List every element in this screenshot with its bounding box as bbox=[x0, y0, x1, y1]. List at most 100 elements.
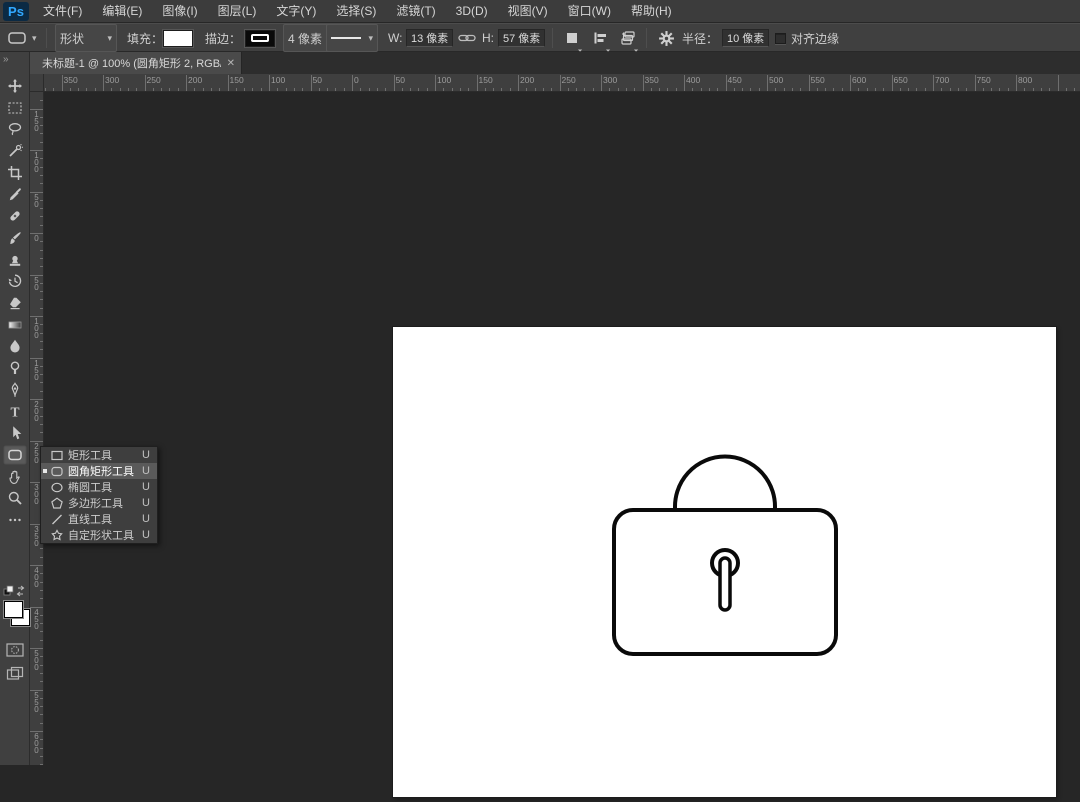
tool-preset-picker[interactable]: ▾ bbox=[6, 24, 37, 52]
canvas[interactable] bbox=[393, 327, 1056, 797]
menu-item-filter[interactable]: 滤镜(T) bbox=[386, 0, 445, 23]
healing-brush-tool-button[interactable] bbox=[3, 206, 27, 226]
keyhole-stem-shape bbox=[718, 556, 732, 612]
flyout-item-line-tool[interactable]: 直线工具 U bbox=[41, 511, 157, 527]
pen-tool-button[interactable] bbox=[3, 380, 27, 400]
ruler-tick bbox=[634, 88, 636, 91]
menu-item-edit[interactable]: 编辑(E) bbox=[92, 0, 152, 23]
menu-item-window[interactable]: 窗口(W) bbox=[558, 0, 621, 23]
crop-tool-button[interactable] bbox=[3, 163, 27, 183]
ruler-tick bbox=[484, 88, 486, 91]
default-and-swap-colors[interactable] bbox=[3, 585, 27, 598]
ruler-tick bbox=[40, 681, 43, 683]
lock-shackle-shape bbox=[673, 454, 777, 512]
menu-items: 文件(F) 编辑(E) 图像(I) 图层(L) 文字(Y) 选择(S) 滤镜(T) 3D(D)… bbox=[33, 0, 682, 23]
history-brush-tool-button[interactable] bbox=[3, 271, 27, 291]
document-tab[interactable]: 未标题-1 @ 100% (圆角矩形 2, RGB/8) * ✕ bbox=[30, 52, 242, 74]
ruler-tick bbox=[866, 88, 868, 91]
ruler-label: 250 bbox=[561, 75, 576, 85]
ruler-tick bbox=[310, 75, 312, 91]
close-tab-icon[interactable]: ✕ bbox=[227, 58, 235, 69]
flyout-item-polygon-tool[interactable]: 多边形工具 U bbox=[41, 495, 157, 511]
ruler-tick bbox=[625, 88, 627, 91]
ruler-tick bbox=[152, 88, 154, 91]
ruler-tick bbox=[40, 639, 43, 641]
eraser-tool-button[interactable] bbox=[3, 293, 27, 313]
flyout-item-rounded-rectangle-tool[interactable]: 圆角矩形工具 U bbox=[41, 463, 157, 479]
flyout-shortcut: U bbox=[142, 465, 150, 477]
quick-selection-tool-button[interactable] bbox=[3, 141, 27, 161]
ruler-tick bbox=[816, 88, 818, 91]
ruler-tick bbox=[601, 75, 602, 91]
ruler-label: 400 bbox=[686, 75, 701, 85]
dodge-tool-button[interactable] bbox=[3, 358, 27, 378]
stroke-style-dropdown[interactable]: ▾ bbox=[326, 24, 378, 52]
foreground-color-swatch[interactable] bbox=[4, 601, 23, 618]
ruler-tick bbox=[501, 88, 503, 91]
hand-tool-button[interactable] bbox=[3, 467, 27, 487]
gradient-tool-button[interactable] bbox=[3, 315, 27, 335]
ellipsis-more-button[interactable] bbox=[3, 510, 27, 530]
ruler-tick bbox=[40, 672, 43, 674]
stroke-width-value: 4 像素 bbox=[288, 31, 323, 46]
ruler-tick bbox=[235, 88, 237, 91]
path-selection-tool-button[interactable] bbox=[3, 423, 27, 443]
width-input[interactable]: 13 像素 bbox=[406, 29, 454, 47]
zoom-tool-button[interactable] bbox=[3, 488, 27, 508]
ruler-tick bbox=[841, 88, 843, 91]
lasso-tool-button[interactable] bbox=[3, 119, 27, 139]
marquee-tool-button[interactable] bbox=[3, 98, 27, 118]
ruler-tick bbox=[103, 75, 104, 91]
ruler-tick bbox=[426, 88, 428, 91]
vertical-ruler[interactable]: 1501005005010015020025030035040045050055… bbox=[30, 92, 44, 765]
path-operations-icon bbox=[567, 33, 577, 43]
ruler-tick bbox=[675, 88, 677, 91]
menu-item-view[interactable]: 视图(V) bbox=[498, 0, 558, 23]
ruler-tick bbox=[509, 88, 511, 91]
menu-item-help[interactable]: 帮助(H) bbox=[621, 0, 682, 23]
shape-tool-button[interactable] bbox=[3, 444, 27, 465]
menu-item-file[interactable]: 文件(F) bbox=[33, 0, 92, 23]
eraser-tool-icon bbox=[10, 297, 21, 310]
brush-tool-button[interactable] bbox=[3, 228, 27, 248]
link-dimensions-icon[interactable] bbox=[458, 24, 476, 52]
tools-panel: » T bbox=[0, 52, 30, 765]
ruler-tick bbox=[78, 88, 80, 91]
menu-item-3d[interactable]: 3D(D) bbox=[446, 0, 498, 23]
screen-mode-button[interactable] bbox=[5, 665, 25, 681]
ruler-label: 150 bbox=[34, 109, 39, 133]
menu-item-layer[interactable]: 图层(L) bbox=[208, 0, 267, 23]
stroke-color-swatch[interactable] bbox=[245, 29, 275, 47]
tool-mode-dropdown[interactable]: 形状 ▾ bbox=[55, 24, 117, 52]
rectangle-tool-icon bbox=[51, 450, 63, 460]
ruler-tick bbox=[40, 299, 43, 301]
collapse-panel-icon[interactable]: » bbox=[3, 54, 8, 65]
quick-mask-mode-button[interactable] bbox=[5, 642, 25, 658]
move-tool-button[interactable] bbox=[3, 76, 27, 96]
ruler-tick bbox=[567, 88, 569, 91]
fill-color-swatch[interactable] bbox=[163, 29, 193, 47]
align-edges-checkbox[interactable] bbox=[775, 32, 786, 44]
path-operations-button[interactable] bbox=[560, 24, 584, 52]
ruler-tick bbox=[609, 88, 611, 91]
menu-item-type[interactable]: 文字(Y) bbox=[266, 0, 326, 23]
menu-item-image[interactable]: 图像(I) bbox=[152, 0, 207, 23]
height-input[interactable]: 57 像素 bbox=[498, 29, 546, 47]
path-arrangement-button[interactable] bbox=[616, 24, 640, 52]
flyout-item-ellipse-tool[interactable]: 椭圆工具 U bbox=[41, 479, 157, 495]
ruler-tick bbox=[443, 88, 445, 91]
clone-stamp-tool-button[interactable] bbox=[3, 250, 27, 270]
flyout-item-custom-shape-tool[interactable]: 自定形状工具 U bbox=[41, 527, 157, 543]
blur-tool-button[interactable] bbox=[3, 336, 27, 356]
radius-input[interactable]: 10 像素 bbox=[722, 29, 770, 47]
type-tool-button[interactable]: T bbox=[3, 402, 27, 422]
flyout-item-rectangle-tool[interactable]: 矩形工具 U bbox=[41, 447, 157, 463]
ellipse-tool-icon bbox=[51, 482, 63, 492]
eyedropper-tool-button[interactable] bbox=[3, 185, 27, 205]
menu-item-select[interactable]: 选择(S) bbox=[326, 0, 386, 23]
horizontal-ruler[interactable]: 350 300 250 200 150 100 50 0 50 100 150 200 250 300 35… bbox=[44, 74, 1080, 92]
path-alignment-button[interactable] bbox=[588, 24, 612, 52]
flyout-shortcut: U bbox=[142, 513, 150, 525]
geometry-settings-button[interactable] bbox=[654, 24, 678, 52]
ruler-tick bbox=[883, 88, 885, 91]
